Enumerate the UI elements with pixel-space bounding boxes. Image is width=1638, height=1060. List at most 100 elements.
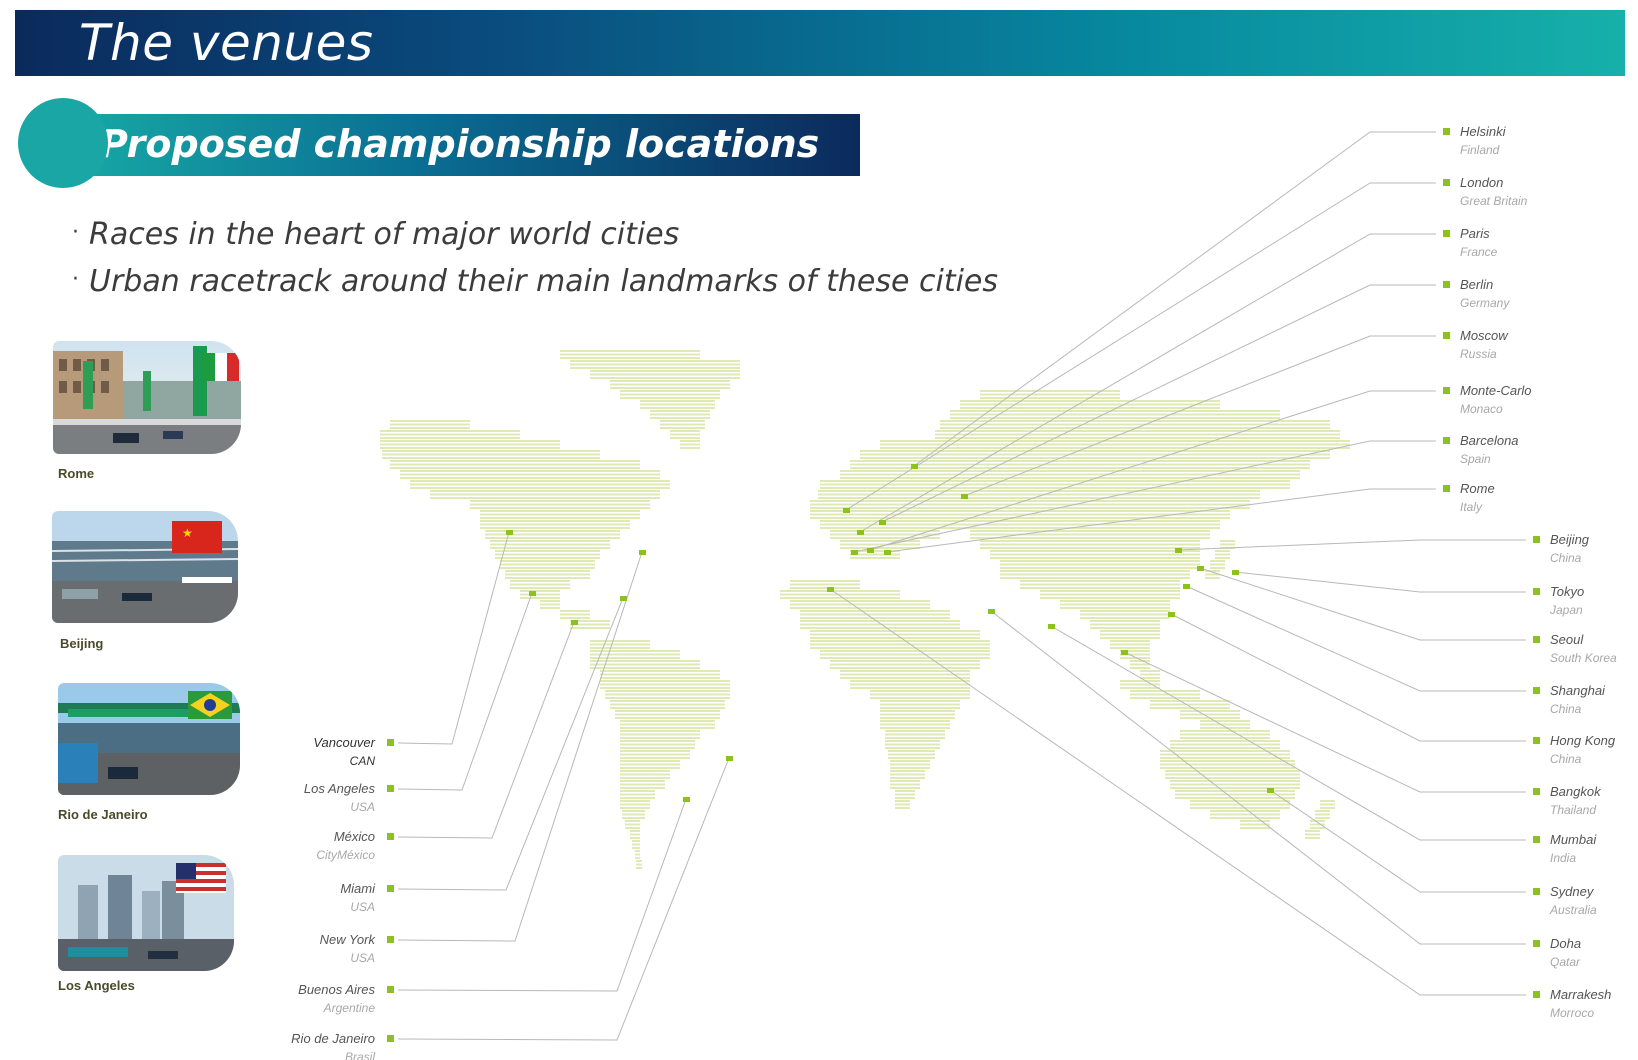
- country-name: China: [1550, 551, 1582, 565]
- label-marker: [1443, 485, 1450, 492]
- label-marker: [387, 833, 394, 840]
- city-name: Paris: [1460, 226, 1490, 241]
- city-name: Sydney: [1550, 884, 1595, 899]
- landmass-greenland: [560, 350, 740, 449]
- venue-marker: [843, 508, 850, 513]
- label-marker: [387, 785, 394, 792]
- venue-marker: [857, 530, 864, 535]
- country-name: Monaco: [1460, 402, 1503, 416]
- leader-line: [397, 757, 730, 1041]
- label-marker: [1443, 179, 1450, 186]
- city-name: Moscow: [1460, 328, 1509, 343]
- venue-marker: [620, 596, 627, 601]
- venue-marker: [884, 550, 891, 555]
- landmass-africa: [780, 580, 990, 809]
- venue-marker: [571, 620, 578, 625]
- leader-line: [1199, 567, 1526, 641]
- leader-line: [397, 798, 687, 992]
- city-name: Monte-Carlo: [1460, 383, 1532, 398]
- landmass-nz: [1305, 800, 1335, 839]
- city-name: México: [334, 829, 375, 844]
- world-map: Vancouver CAN Los Angeles USA México CityMéxi…: [291, 124, 1617, 1060]
- city-name: Tokyo: [1550, 584, 1584, 599]
- venue-marker: [911, 464, 918, 469]
- venue-marker: [506, 530, 513, 535]
- label-marker: [1533, 687, 1540, 694]
- country-name: Italy: [1460, 500, 1483, 514]
- label-marker: [1533, 588, 1540, 595]
- label-marker: [1533, 888, 1540, 895]
- label-marker: [1533, 636, 1540, 643]
- venue-marker: [851, 550, 858, 555]
- label-marker: [1443, 437, 1450, 444]
- label-marker: [387, 1035, 394, 1042]
- country-name: Russia: [1460, 347, 1497, 361]
- city-name: Rome: [1460, 481, 1495, 496]
- country-name: Australia: [1549, 903, 1597, 917]
- leader-line: [1185, 585, 1526, 692]
- leader-line: [397, 551, 643, 942]
- leader-line: [913, 131, 1436, 467]
- country-name: Germany: [1460, 296, 1510, 310]
- landmass-uk: [818, 480, 845, 519]
- venue-marker: [827, 587, 834, 592]
- city-name: Berlin: [1460, 277, 1493, 292]
- country-name: Brasil: [345, 1050, 375, 1060]
- city-name: Marrakesh: [1550, 987, 1611, 1002]
- venue-marker: [1183, 584, 1190, 589]
- label-marker: [1533, 991, 1540, 998]
- label-marker: [1443, 332, 1450, 339]
- country-name: Thailand: [1550, 803, 1596, 817]
- country-name: Finland: [1460, 143, 1500, 157]
- landmass-australia: [1160, 720, 1300, 829]
- venue-marker: [961, 494, 968, 499]
- venue-marker: [1232, 570, 1239, 575]
- city-name: Seoul: [1550, 632, 1584, 647]
- label-marker: [1443, 230, 1450, 237]
- country-name: South Korea: [1550, 651, 1617, 665]
- landmass-indonesia: [1120, 680, 1240, 719]
- city-name: Bangkok: [1550, 784, 1602, 799]
- city-name: Miami: [340, 881, 376, 896]
- label-marker: [1533, 940, 1540, 947]
- venue-marker: [639, 550, 646, 555]
- country-name: Great Britain: [1460, 194, 1528, 208]
- leader-lines: [397, 131, 1526, 1041]
- venue-marker: [1197, 566, 1204, 571]
- leader-line: [397, 531, 510, 745]
- label-marker: [1443, 128, 1450, 135]
- label-marker: [1533, 536, 1540, 543]
- venue-marker: [1121, 650, 1128, 655]
- venue-marker: [726, 756, 733, 761]
- venue-marker: [988, 609, 995, 614]
- country-name: USA: [350, 951, 375, 965]
- label-marker: [1533, 836, 1540, 843]
- city-name: Doha: [1550, 936, 1581, 951]
- city-name: Los Angeles: [304, 781, 376, 796]
- country-name: USA: [350, 900, 375, 914]
- label-marker: [1533, 788, 1540, 795]
- city-name: Hong Kong: [1550, 733, 1616, 748]
- venue-marker: [683, 797, 690, 802]
- country-name: Spain: [1460, 452, 1491, 466]
- venue-marker: [1267, 788, 1274, 793]
- landmass-japan: [1205, 540, 1235, 579]
- country-name: CAN: [350, 754, 376, 768]
- country-name: USA: [350, 800, 375, 814]
- city-name: Beijing: [1550, 532, 1590, 547]
- venue-marker: [1175, 548, 1182, 553]
- country-name: China: [1550, 702, 1582, 716]
- label-marker: [1443, 281, 1450, 288]
- city-name: Buenos Aires: [298, 982, 375, 997]
- leader-line: [397, 592, 533, 791]
- leader-line: [1234, 571, 1526, 593]
- venue-marker: [1048, 624, 1055, 629]
- country-name: India: [1550, 851, 1576, 865]
- venue-marker: [1168, 612, 1175, 617]
- country-name: China: [1550, 752, 1582, 766]
- country-name: Japan: [1549, 603, 1583, 617]
- city-name: Shanghai: [1550, 683, 1606, 698]
- city-name: Vancouver: [313, 735, 375, 750]
- label-marker: [387, 986, 394, 993]
- landmass-asia: [935, 390, 1350, 679]
